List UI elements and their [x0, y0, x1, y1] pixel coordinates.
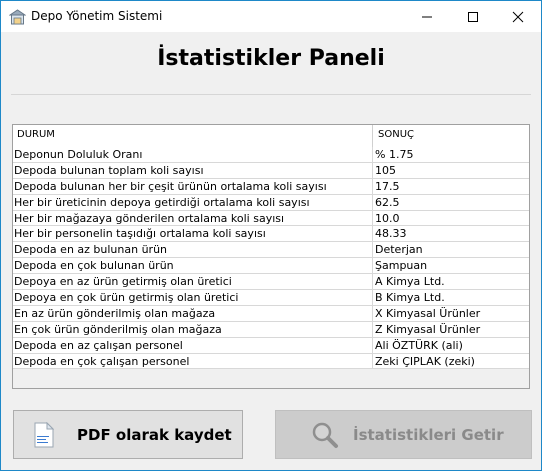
cell-sonuc: % 1.75	[375, 148, 414, 161]
cell-sonuc: Z Kimyasal Ürünler	[375, 322, 481, 336]
cell-sonuc: 10.0	[375, 211, 400, 225]
cell-durum: En çok ürün gönderilmiş olan mağaza	[14, 322, 222, 336]
get-statistics-button[interactable]: İstatistikleri Getir	[275, 410, 532, 459]
table-row[interactable]: Depoda en çok çalışan personel Zeki ÇIPLA…	[13, 353, 529, 370]
close-button[interactable]	[495, 1, 541, 32]
table-row[interactable]: Depoda bulunan her bir çeşit ürünün orta…	[13, 178, 529, 195]
cell-durum: Depoda en az çalışan personel	[14, 338, 183, 352]
search-icon	[312, 422, 338, 448]
table-row[interactable]: Her bir üreticinin depoya getirdiği orta…	[13, 194, 529, 211]
cell-durum: Depoya en çok ürün getirmiş olan üretici	[14, 291, 239, 305]
cell-sonuc: 62.5	[375, 195, 400, 209]
cell-sonuc: A Kimya Ltd.	[375, 275, 445, 289]
cell-durum: Depoda bulunan her bir çeşit ürünün orta…	[14, 179, 327, 193]
table-row[interactable]: En az ürün gönderilmiş olan mağaza X Kimy…	[13, 305, 529, 322]
save-pdf-label: PDF olarak kaydet	[77, 425, 232, 444]
table-row[interactable]: Deponun Doluluk Oranı % 1.75	[13, 147, 529, 163]
table-row[interactable]: Depoya en az ürün getirmiş olan üretici A…	[13, 274, 529, 291]
statistics-table[interactable]: DURUM SONUÇ Deponun Doluluk Oranı % 1.75 …	[12, 124, 530, 389]
cell-durum: Depoya en az ürün getirmiş olan üretici	[14, 275, 232, 289]
column-divider[interactable]	[372, 125, 373, 147]
cell-sonuc: Deterjan	[375, 243, 423, 257]
cell-sonuc: X Kimyasal Ürünler	[375, 306, 481, 320]
cell-sonuc: Ali ÖZTÜRK (ali)	[375, 338, 463, 352]
column-header-sonuc[interactable]: SONUÇ	[378, 129, 414, 140]
divider	[11, 94, 531, 95]
maximize-icon	[468, 11, 478, 22]
cell-sonuc: B Kimya Ltd.	[375, 291, 445, 305]
get-statistics-label: İstatistikleri Getir	[353, 425, 504, 444]
table-header: DURUM SONUÇ	[13, 125, 529, 148]
close-icon	[512, 11, 524, 22]
cell-sonuc: Şampuan	[375, 259, 428, 273]
cell-sonuc: Zeki ÇIPLAK (zeki)	[375, 354, 475, 368]
cell-durum: Her bir personelin taşıdığı ortalama kol…	[14, 227, 266, 241]
warehouse-icon	[9, 9, 26, 25]
page-title: İstatistikler Paneli	[157, 46, 385, 71]
table-row[interactable]: Depoda en az çalışan personel Ali ÖZTÜRK …	[13, 337, 529, 354]
cell-durum: Her bir mağazaya gönderilen ortalama kol…	[14, 211, 285, 225]
table-row[interactable]: Depoda en çok bulunan ürün Şampuan	[13, 258, 529, 275]
table-row[interactable]: En çok ürün gönderilmiş olan mağaza Z Kim…	[13, 321, 529, 338]
cell-durum: Deponun Doluluk Oranı	[14, 148, 143, 161]
cell-sonuc: 17.5	[375, 179, 400, 193]
table-row[interactable]: Depoya en çok ürün getirmiş olan üretici…	[13, 290, 529, 306]
title-bar[interactable]: Depo Yönetim Sistemi	[1, 1, 541, 32]
cell-durum: Depoda en az bulunan ürün	[14, 243, 168, 257]
table-row[interactable]: Depoda en az bulunan ürün Deterjan	[13, 242, 529, 259]
table-body: Deponun Doluluk Oranı % 1.75 Depoda bulun…	[13, 147, 529, 370]
column-header-durum[interactable]: DURUM	[17, 129, 55, 140]
save-pdf-button[interactable]: PDF olarak kaydet	[13, 410, 243, 459]
minimize-icon	[422, 16, 432, 17]
cell-durum: Depoda bulunan toplam koli sayısı	[14, 163, 204, 177]
table-row[interactable]: Depoda bulunan toplam koli sayısı 105	[13, 162, 529, 179]
app-window: Depo Yönetim Sistemi İstatistikler Panel…	[0, 0, 542, 471]
pdf-file-icon	[34, 421, 54, 447]
cell-durum: Depoda en çok çalışan personel	[14, 354, 190, 368]
table-row[interactable]: Her bir personelin taşıdığı ortalama kol…	[13, 226, 529, 243]
minimize-button[interactable]	[404, 1, 450, 32]
cell-sonuc: 48.33	[375, 227, 407, 241]
cell-sonuc: 105	[375, 163, 396, 177]
window-title: Depo Yönetim Sistemi	[31, 9, 163, 23]
cell-durum: Depoda en çok bulunan ürün	[14, 259, 174, 273]
maximize-button[interactable]	[450, 1, 496, 32]
table-row[interactable]: Her bir mağazaya gönderilen ortalama kol…	[13, 210, 529, 227]
cell-durum: Her bir üreticinin depoya getirdiği orta…	[14, 195, 310, 209]
cell-durum: En az ürün gönderilmiş olan mağaza	[14, 306, 216, 320]
